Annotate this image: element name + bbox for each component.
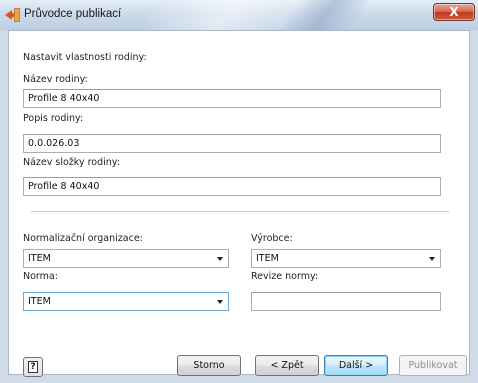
manufacturer-value: ITEM <box>256 253 279 264</box>
next-button[interactable]: Další > <box>324 355 388 376</box>
standard-revision-label: Revize normy: <box>251 271 319 282</box>
help-icon: ? <box>28 361 38 373</box>
publish-wizard-window: Průvodce publikací X Nastavit vlastnosti… <box>0 0 478 383</box>
family-folder-name-label: Název složky rodiny: <box>23 157 120 168</box>
title-bar[interactable]: Průvodce publikací X <box>0 0 478 30</box>
standard-label: Norma: <box>23 271 58 282</box>
chevron-down-icon <box>217 300 223 304</box>
standard-dropdown[interactable]: ITEM <box>23 292 229 311</box>
help-button[interactable]: ? <box>23 357 43 377</box>
standard-value: ITEM <box>28 296 51 307</box>
family-description-label: Popis rodiny: <box>23 113 84 124</box>
standards-organization-value: ITEM <box>28 253 51 264</box>
window-title: Průvodce publikací <box>24 8 122 20</box>
manufacturer-label: Výrobce: <box>251 233 293 244</box>
section-divider-highlight <box>31 212 449 213</box>
close-button[interactable]: X <box>433 3 475 21</box>
family-name-field[interactable]: Profile 8 40x40 <box>23 89 441 108</box>
chevron-down-icon <box>429 257 435 261</box>
cancel-button[interactable]: Storno <box>177 355 241 376</box>
family-name-label: Název rodiny: <box>23 74 88 85</box>
standards-organization-label: Normalizační organizace: <box>23 233 143 244</box>
wizard-content-panel: Nastavit vlastnosti rodiny: Název rodiny… <box>8 30 470 375</box>
chevron-down-icon <box>217 257 223 261</box>
family-folder-name-field[interactable]: Profile 8 40x40 <box>23 177 441 196</box>
standards-organization-dropdown[interactable]: ITEM <box>23 249 229 268</box>
manufacturer-dropdown[interactable]: ITEM <box>251 249 441 268</box>
wizard-app-icon <box>5 8 20 22</box>
family-description-field[interactable]: 0.0.026.03 <box>23 134 441 153</box>
publish-button[interactable]: Publikovat <box>399 355 467 376</box>
section-heading: Nastavit vlastnosti rodiny: <box>23 52 147 63</box>
standard-revision-field[interactable] <box>251 292 441 311</box>
back-button[interactable]: < Zpět <box>255 355 319 376</box>
close-icon: X <box>449 5 459 19</box>
